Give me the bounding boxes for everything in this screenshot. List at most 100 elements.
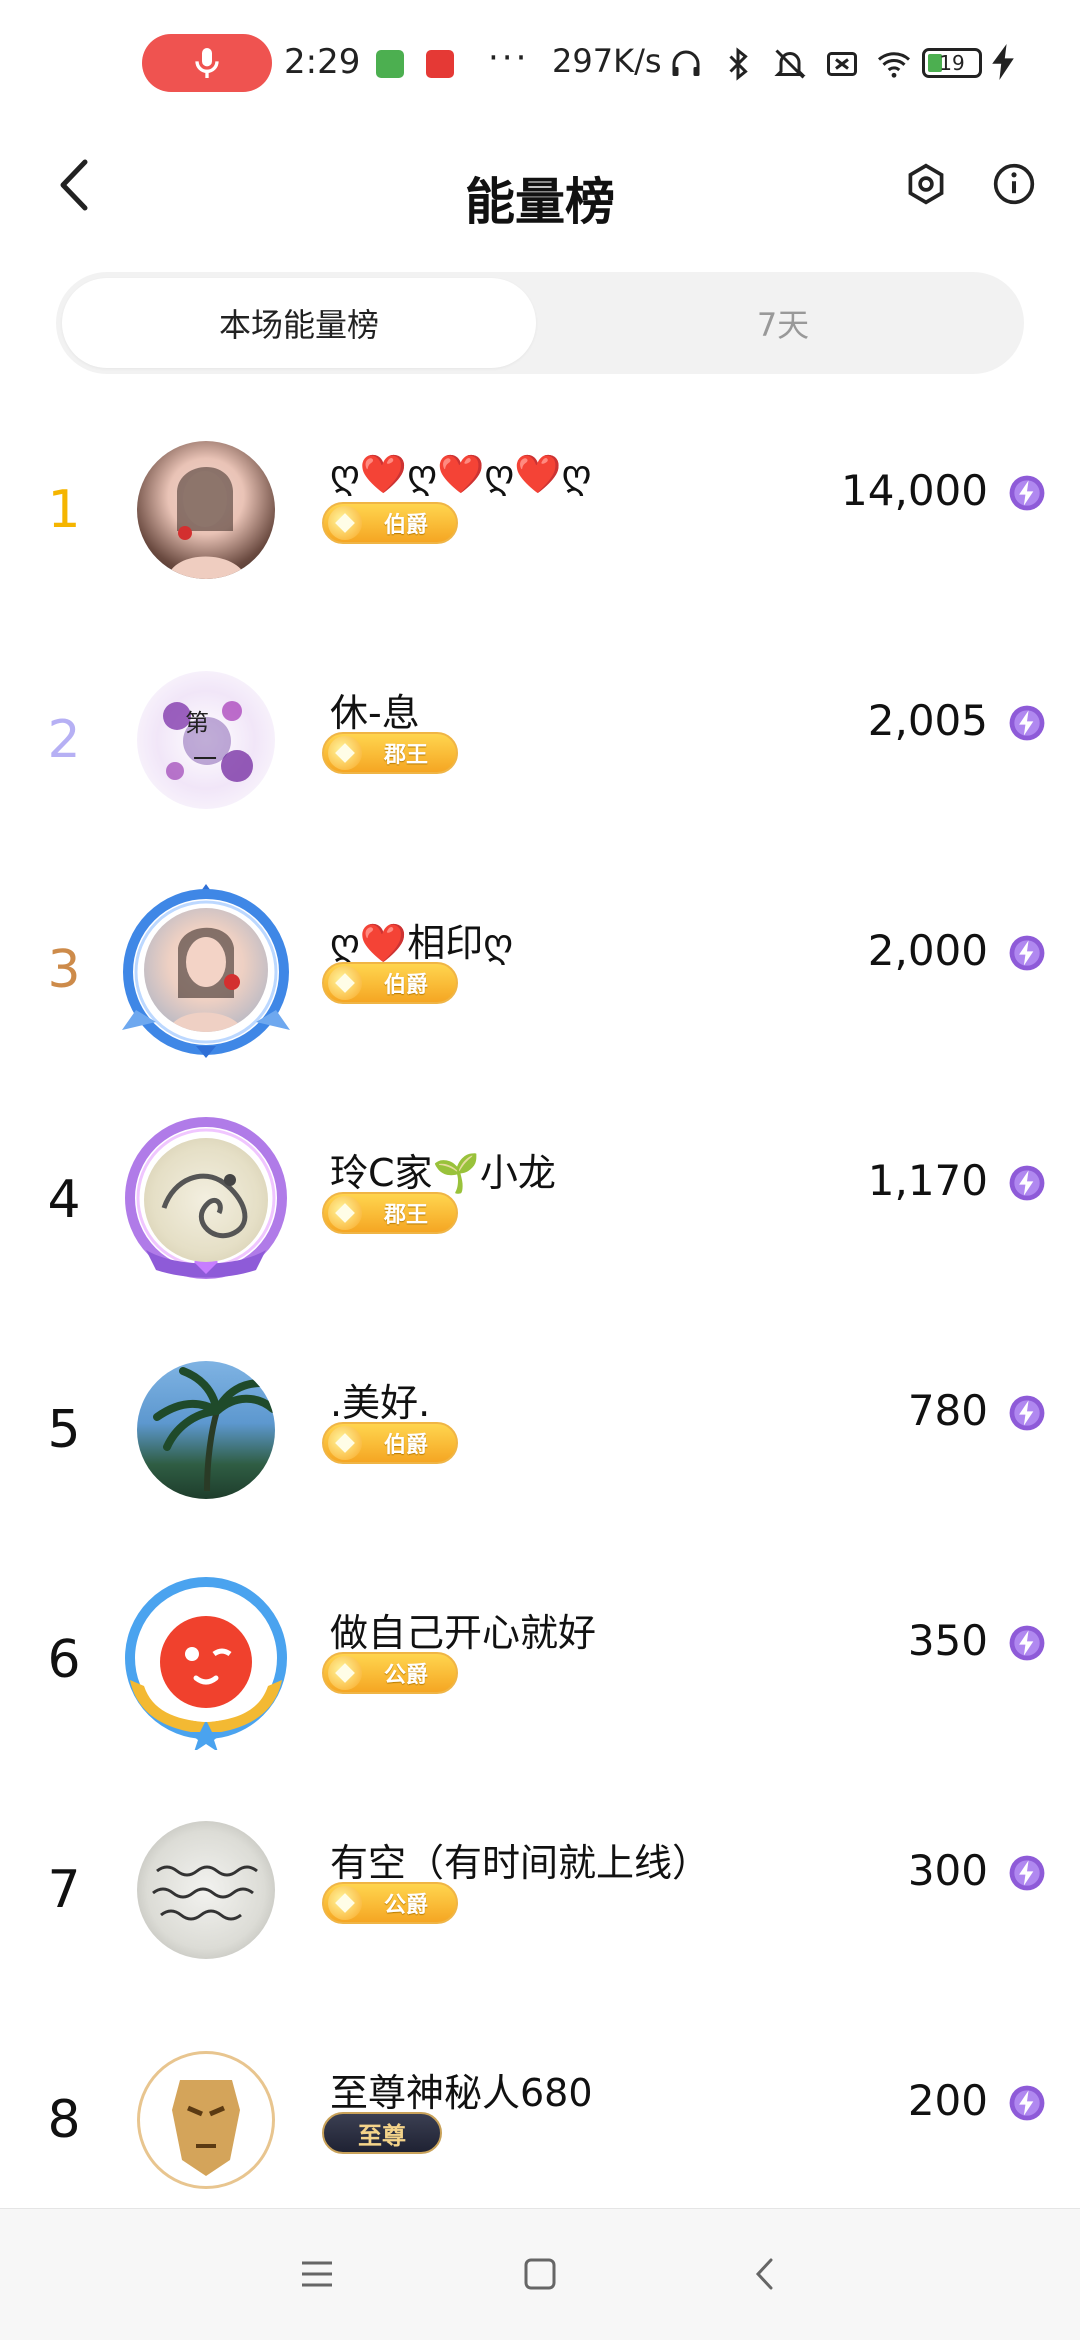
system-nav-bar <box>0 2208 1080 2340</box>
tab-current-session[interactable]: 本场能量榜 <box>62 278 537 368</box>
settings-button[interactable] <box>886 144 966 224</box>
energy-score: 300 <box>907 1846 988 1895</box>
leaderboard-row[interactable]: 7 有空（有时间就上线） 公爵 300 <box>0 1780 1080 2010</box>
info-icon <box>993 163 1035 205</box>
avatar[interactable] <box>116 420 296 600</box>
recents-button[interactable] <box>292 2249 342 2299</box>
network-speed: 297K/s <box>552 42 662 80</box>
app-notification-icon <box>426 50 454 78</box>
dragon-icon <box>161 1173 248 1239</box>
home-button[interactable] <box>515 2249 565 2299</box>
energy-bolt-icon <box>1009 1625 1045 1661</box>
rank-badge: 公爵 <box>322 1882 458 1924</box>
energy-bolt-icon <box>1009 1395 1045 1431</box>
leaderboard-row[interactable]: 2 第 一 休-息 郡王 2,005 <box>0 630 1080 860</box>
nickname: .美好. <box>330 1381 431 1425</box>
rank-number: 5 <box>47 1400 81 1460</box>
avatar[interactable] <box>116 1340 296 1520</box>
mute-bell-icon <box>774 49 806 79</box>
nickname: 做自己开心就好 <box>330 1611 597 1655</box>
nickname: 玲C家🌱小龙 <box>330 1151 556 1195</box>
status-bar: 2:29 ··· 297K/s 19 <box>0 0 1080 120</box>
no-sim-icon <box>827 52 857 76</box>
leaderboard-row[interactable]: 5 .美好. 伯爵 780 <box>0 1320 1080 1550</box>
svg-text:第: 第 <box>185 709 209 737</box>
badge-gem-icon <box>328 506 362 540</box>
rank-number: 2 <box>47 710 81 770</box>
badge-gem-icon <box>328 736 362 770</box>
avatar[interactable] <box>116 1110 296 1290</box>
nickname: ღ❤️相印ღ <box>330 921 514 965</box>
nickname: 休-息 <box>330 691 420 735</box>
rank-badge: 郡王 <box>322 732 458 774</box>
nickname: 至尊神秘人680 <box>330 2071 593 2115</box>
mascot-icon <box>160 1616 252 1708</box>
avatar[interactable] <box>116 1800 296 1980</box>
energy-score: 2,005 <box>867 696 988 745</box>
header: 能量榜 <box>0 120 1080 270</box>
badge-gem-icon <box>328 966 362 1000</box>
svg-text:一: 一 <box>193 745 217 773</box>
energy-bolt-icon <box>1009 475 1045 511</box>
energy-bolt-icon <box>1009 935 1045 971</box>
charging-icon <box>992 44 1014 80</box>
energy-score: 2,000 <box>867 926 988 975</box>
rank-number: 6 <box>47 1630 81 1690</box>
gold-mask-icon <box>172 2080 240 2176</box>
square-home-icon <box>524 2258 556 2290</box>
rank-number: 3 <box>47 940 81 1000</box>
avatar[interactable]: 第 一 <box>116 650 296 830</box>
energy-score: 200 <box>907 2076 988 2125</box>
palm-tree-icon <box>153 1367 275 1492</box>
leaderboard-row[interactable]: 4 玲C家🌱小龙 郡王 1,170 <box>0 1090 1080 1320</box>
headphones-icon <box>672 50 700 76</box>
energy-score: 350 <box>907 1616 988 1665</box>
recording-indicator[interactable] <box>142 34 272 92</box>
rank-badge: 公爵 <box>322 1652 458 1694</box>
badge-gem-icon <box>328 1886 362 1920</box>
energy-score: 1,170 <box>867 1156 988 1205</box>
rank-badge: 伯爵 <box>322 502 458 544</box>
person-photo-icon <box>168 927 244 1032</box>
energy-bolt-icon <box>1009 705 1045 741</box>
energy-bolt-icon <box>1009 1855 1045 1891</box>
microphone-icon <box>195 48 219 78</box>
avatar[interactable] <box>116 880 296 1060</box>
rank-badge: 伯爵 <box>322 962 458 1004</box>
badge-gem-icon <box>328 1196 362 1230</box>
chevron-left-icon <box>755 2258 773 2290</box>
energy-score: 14,000 <box>841 466 988 515</box>
ink-splash-icon: 第 一 <box>163 701 253 782</box>
hexagon-settings-icon <box>908 163 944 205</box>
rank-number: 4 <box>47 1170 81 1230</box>
leaderboard-row[interactable]: 6 做自己开心就好 公爵 350 <box>0 1550 1080 1780</box>
person-photo-icon <box>167 466 247 579</box>
handwriting-icon <box>152 1865 258 1921</box>
menu-icon <box>302 2261 332 2287</box>
rank-number: 8 <box>47 2090 81 2150</box>
status-time: 2:29 <box>284 42 361 82</box>
tab-7-days[interactable]: 7天 <box>542 272 1024 374</box>
badge-gem-icon <box>328 1426 362 1460</box>
tab-bar: 本场能量榜 7天 <box>56 272 1024 374</box>
rank-number: 1 <box>47 480 81 540</box>
avatar[interactable] <box>116 2030 296 2210</box>
energy-bolt-icon <box>1009 2085 1045 2121</box>
bluetooth-icon <box>729 47 748 81</box>
energy-bolt-icon <box>1009 1165 1045 1201</box>
nav-back-button[interactable] <box>740 2249 790 2299</box>
rank-number: 7 <box>47 1860 81 1920</box>
more-notifications-icon: ··· <box>488 38 530 78</box>
energy-score: 780 <box>907 1386 988 1435</box>
battery-icon: 19 <box>922 48 982 78</box>
leaderboard-row[interactable]: 8 至尊神秘人680 至尊 200 <box>0 2010 1080 2240</box>
app-notification-icon <box>376 50 404 78</box>
rank-badge: 郡王 <box>322 1192 458 1234</box>
leaderboard-list: 1 ღ❤️ღ❤️ღ❤️ღ 伯爵 14,000 2 第 一 休-息 郡王 2,00… <box>0 400 1080 2240</box>
leaderboard-row[interactable]: 3 ღ❤️相印ღ 伯爵 2,000 <box>0 860 1080 1090</box>
leaderboard-row[interactable]: 1 ღ❤️ღ❤️ღ❤️ღ 伯爵 14,000 <box>0 400 1080 630</box>
avatar[interactable] <box>116 1570 296 1750</box>
supreme-badge: 至尊 <box>322 2112 442 2154</box>
wifi-icon <box>878 52 910 78</box>
info-button[interactable] <box>974 144 1054 224</box>
